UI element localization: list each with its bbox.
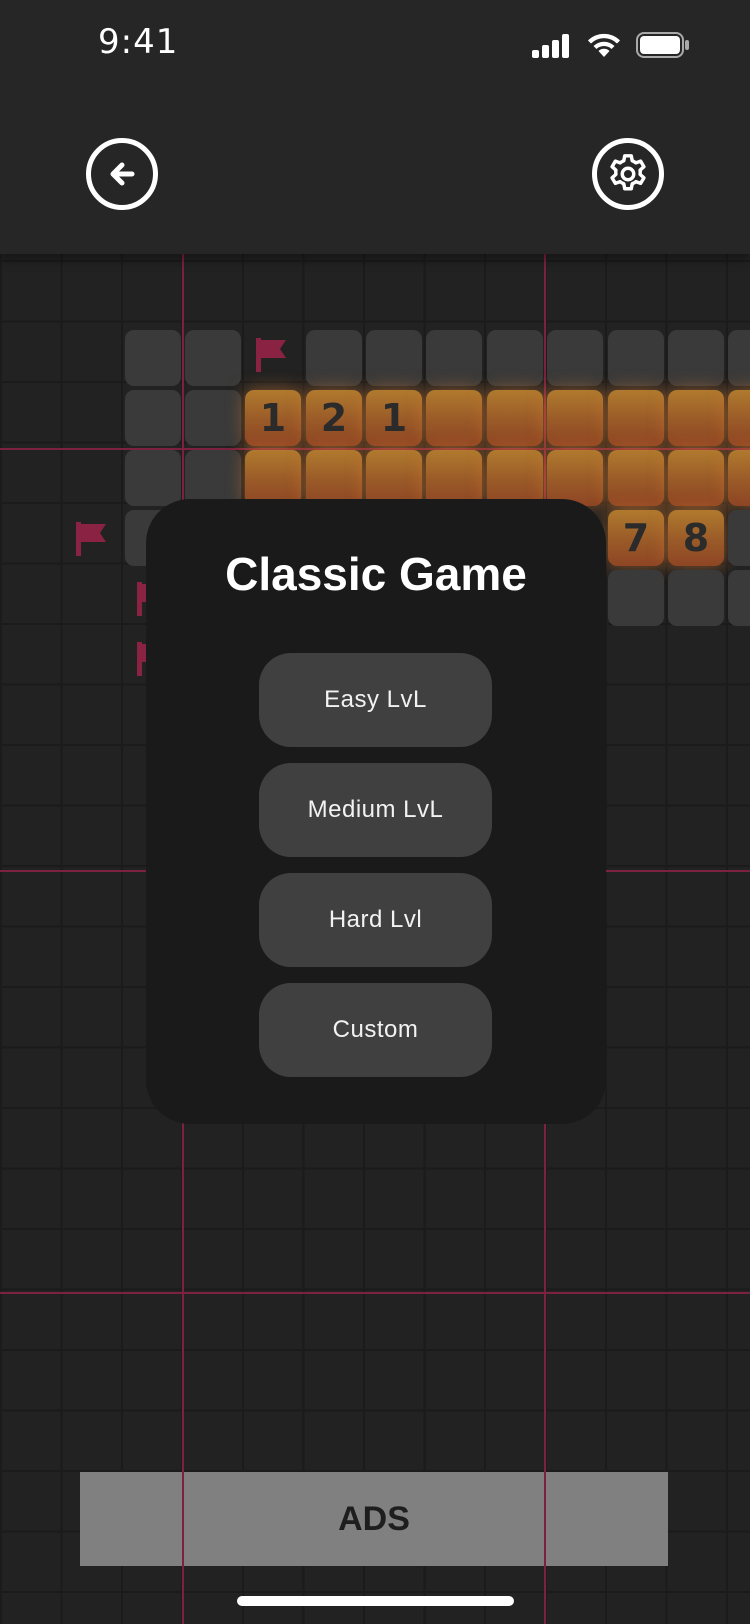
revealed-tile[interactable] [426, 450, 482, 506]
tile-number: 1 [380, 396, 408, 440]
hidden-tile[interactable] [366, 330, 422, 386]
settings-button[interactable] [592, 138, 664, 210]
guide-line [182, 1472, 184, 1624]
gear-icon [610, 154, 646, 191]
tile-number: 7 [622, 516, 650, 560]
battery-icon [636, 32, 689, 58]
tile-number: 1 [259, 396, 287, 440]
guide-line [544, 1472, 546, 1624]
hidden-tile[interactable] [125, 390, 181, 446]
tile-number: 2 [320, 396, 348, 440]
medium-level-button[interactable]: Medium LvL [259, 763, 492, 857]
guide-line [0, 1292, 750, 1294]
hidden-tile[interactable] [608, 330, 664, 386]
flag-icon[interactable] [254, 336, 290, 374]
revealed-tile[interactable] [547, 450, 603, 506]
hidden-tile[interactable] [668, 330, 724, 386]
hidden-tile[interactable] [185, 330, 241, 386]
hidden-tile[interactable] [185, 390, 241, 446]
status-time: 9:41 [98, 22, 179, 62]
hidden-tile[interactable] [728, 570, 750, 626]
hidden-tile[interactable] [608, 570, 664, 626]
wifi-icon [588, 33, 620, 57]
hidden-tile[interactable] [125, 330, 181, 386]
dialog-title: Classic Game [225, 548, 527, 600]
revealed-tile[interactable] [245, 450, 301, 506]
revealed-tile[interactable] [487, 390, 543, 446]
custom-level-button[interactable]: Custom [259, 983, 492, 1077]
hidden-tile[interactable] [125, 450, 181, 506]
revealed-tile[interactable] [728, 450, 750, 506]
revealed-tile[interactable] [306, 450, 362, 506]
revealed-tile[interactable] [668, 390, 724, 446]
revealed-tile[interactable] [547, 390, 603, 446]
revealed-tile[interactable] [426, 390, 482, 446]
revealed-tile[interactable] [608, 390, 664, 446]
status-bar: 9:41 [0, 0, 750, 92]
hidden-tile[interactable] [185, 450, 241, 506]
revealed-tile[interactable] [728, 390, 750, 446]
revealed-tile[interactable] [487, 450, 543, 506]
hidden-tile[interactable] [547, 330, 603, 386]
revealed-tile[interactable] [668, 450, 724, 506]
hidden-tile[interactable] [728, 330, 750, 386]
home-indicator[interactable] [237, 1596, 514, 1606]
revealed-tile[interactable] [608, 450, 664, 506]
tile-number: 8 [682, 516, 710, 560]
flag-icon[interactable] [74, 520, 110, 558]
cellular-signal-icon [532, 34, 569, 58]
hidden-tile[interactable] [426, 330, 482, 386]
game-mode-dialog: Classic Game Easy LvL Medium LvL Hard Lv… [146, 499, 606, 1124]
easy-level-button[interactable]: Easy LvL [259, 653, 492, 747]
hidden-tile[interactable] [487, 330, 543, 386]
hidden-tile[interactable] [306, 330, 362, 386]
hidden-tile[interactable] [668, 570, 724, 626]
back-arrow-icon [110, 162, 135, 186]
ad-banner[interactable]: ADS [80, 1472, 668, 1566]
hidden-tile[interactable] [728, 510, 750, 566]
hard-level-button[interactable]: Hard Lvl [259, 873, 492, 967]
top-bar: 9:41 [0, 0, 750, 254]
back-button[interactable] [86, 138, 158, 210]
revealed-tile[interactable] [366, 450, 422, 506]
